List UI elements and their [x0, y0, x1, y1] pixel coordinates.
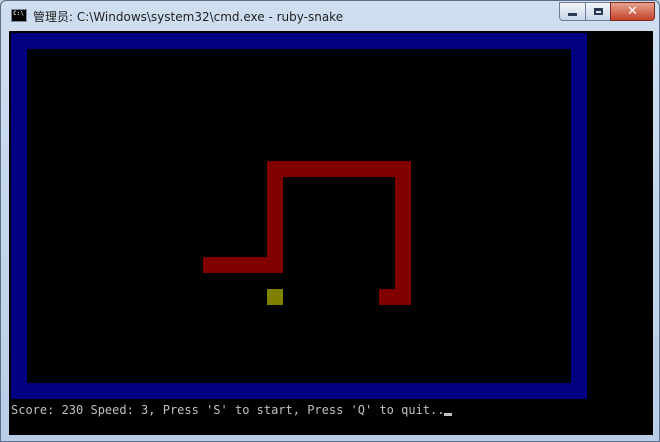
snake-segment — [267, 161, 283, 273]
title-bar[interactable]: C:\ 管理员: C:\Windows\system32\cmd.exe - r… — [1, 1, 659, 33]
console-area[interactable]: Score: 230 Speed: 3, Press 'S' to start,… — [9, 31, 653, 435]
playfield-border-left — [11, 33, 27, 399]
caption-buttons: ✕ — [559, 2, 655, 22]
status-text: Score: 230 Speed: 3, Press 'S' to start,… — [11, 403, 445, 417]
minimize-button[interactable] — [559, 2, 586, 21]
snake-segment — [395, 161, 411, 305]
close-button[interactable]: ✕ — [610, 2, 655, 21]
snake-segment — [267, 161, 411, 177]
playfield-border-right — [571, 33, 587, 399]
food-pellet — [267, 289, 283, 305]
playfield-border-top — [11, 33, 587, 49]
minimize-icon — [568, 13, 577, 16]
snake-head — [379, 289, 411, 305]
maximize-button[interactable] — [585, 2, 611, 21]
window-title: 管理员: C:\Windows\system32\cmd.exe - ruby-… — [33, 10, 344, 24]
console-window: C:\ 管理员: C:\Windows\system32\cmd.exe - r… — [0, 0, 660, 442]
close-icon: ✕ — [627, 4, 638, 19]
playfield-border-bottom — [11, 383, 587, 399]
status-line: Score: 230 Speed: 3, Press 'S' to start,… — [11, 402, 453, 418]
maximize-icon — [593, 8, 603, 15]
text-cursor — [444, 413, 453, 416]
cmd-icon[interactable]: C:\ — [11, 9, 27, 22]
